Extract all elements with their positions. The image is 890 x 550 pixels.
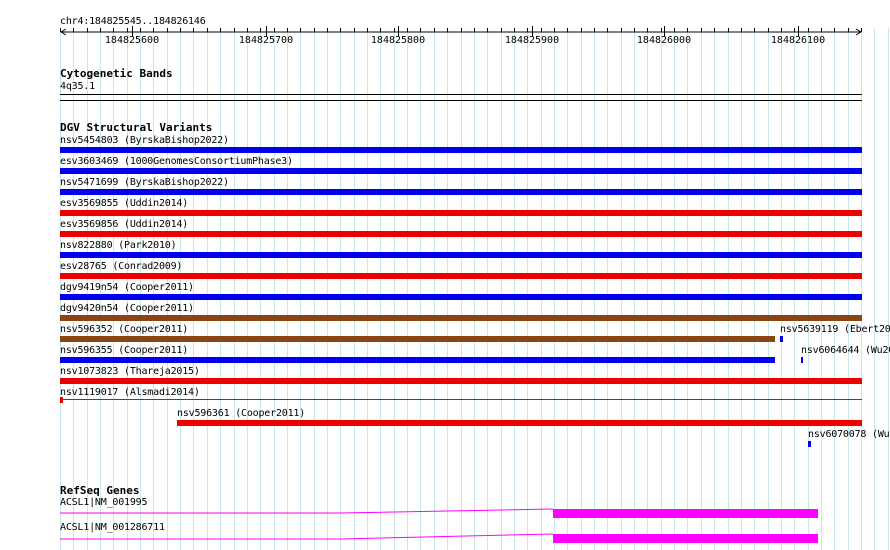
variant-label: nsv5639119 (Ebert2021): [780, 324, 890, 335]
variant-bar[interactable]: [60, 399, 862, 400]
dgv-track-title[interactable]: DGV Structural Variants: [60, 122, 212, 134]
variant-bar[interactable]: [60, 168, 862, 174]
variant-label: nsv596352 (Cooper2011): [60, 324, 189, 335]
variant-bar[interactable]: [60, 252, 862, 258]
variant-label: esv3569855 (Uddin2014): [60, 198, 189, 209]
variant-bar[interactable]: [801, 357, 803, 363]
variant-label: nsv596355 (Cooper2011): [60, 345, 189, 356]
variant-label: dgv9420n54 (Cooper2011): [60, 303, 194, 314]
ruler-tick-label: 184826100: [770, 35, 826, 46]
cyto-band-label: 4q35.1: [60, 81, 95, 92]
variant-bar[interactable]: [60, 315, 862, 321]
variant-label: nsv6070078 (Wu2023): [808, 429, 890, 440]
variant-label: nsv6064644 (Wu2023): [801, 345, 890, 356]
ruler[interactable]: [0, 0, 890, 60]
variant-bar[interactable]: [60, 378, 862, 384]
variant-label: nsv822880 (Park2010): [60, 240, 177, 251]
variant-label: nsv596361 (Cooper2011): [177, 408, 306, 419]
variant-bar[interactable]: [60, 336, 775, 342]
gene-intron-line: [60, 508, 554, 514]
gene-intron-line: [60, 533, 554, 540]
track-divider: [60, 100, 862, 101]
variant-bar[interactable]: [60, 357, 775, 363]
variant-bar[interactable]: [60, 294, 862, 300]
refseq-gene-models[interactable]: [0, 500, 890, 550]
gene-exon: [553, 534, 818, 543]
ruler-tick-label: 184825700: [238, 35, 294, 46]
variant-bar[interactable]: [60, 210, 862, 216]
refseq-track-title[interactable]: RefSeq Genes: [60, 485, 139, 497]
variant-label: nsv5454803 (ByrskaBishop2022): [60, 135, 229, 146]
variant-label: nsv1119017 (Alsmadi2014): [60, 387, 200, 398]
variant-label: nsv1073823 (Thareja2015): [60, 366, 200, 377]
variant-bar[interactable]: [177, 420, 862, 426]
variant-bar-block[interactable]: [60, 397, 63, 403]
ruler-tick-label: 184825800: [370, 35, 426, 46]
variant-label: esv3569856 (Uddin2014): [60, 219, 189, 230]
variant-bar[interactable]: [60, 147, 862, 153]
ruler-tick-label: 184826000: [636, 35, 692, 46]
ruler-tick-label: 184825900: [504, 35, 560, 46]
variant-bar[interactable]: [780, 336, 783, 342]
variant-label: dgv9419n54 (Cooper2011): [60, 282, 194, 293]
cyto-track-title[interactable]: Cytogenetic Bands: [60, 68, 173, 80]
variant-bar[interactable]: [60, 189, 862, 195]
variant-label: esv3603469 (1000GenomesConsortiumPhase3): [60, 156, 293, 167]
variant-label: nsv5471699 (ByrskaBishop2022): [60, 177, 229, 188]
cyto-band-line[interactable]: [60, 94, 862, 95]
variant-bar[interactable]: [60, 231, 862, 237]
gene-exon: [553, 509, 818, 518]
ruler-tick-label: 184825600: [104, 35, 160, 46]
variant-label: esv28765 (Conrad2009): [60, 261, 183, 272]
variant-bar[interactable]: [60, 273, 862, 279]
variant-bar[interactable]: [808, 441, 811, 447]
